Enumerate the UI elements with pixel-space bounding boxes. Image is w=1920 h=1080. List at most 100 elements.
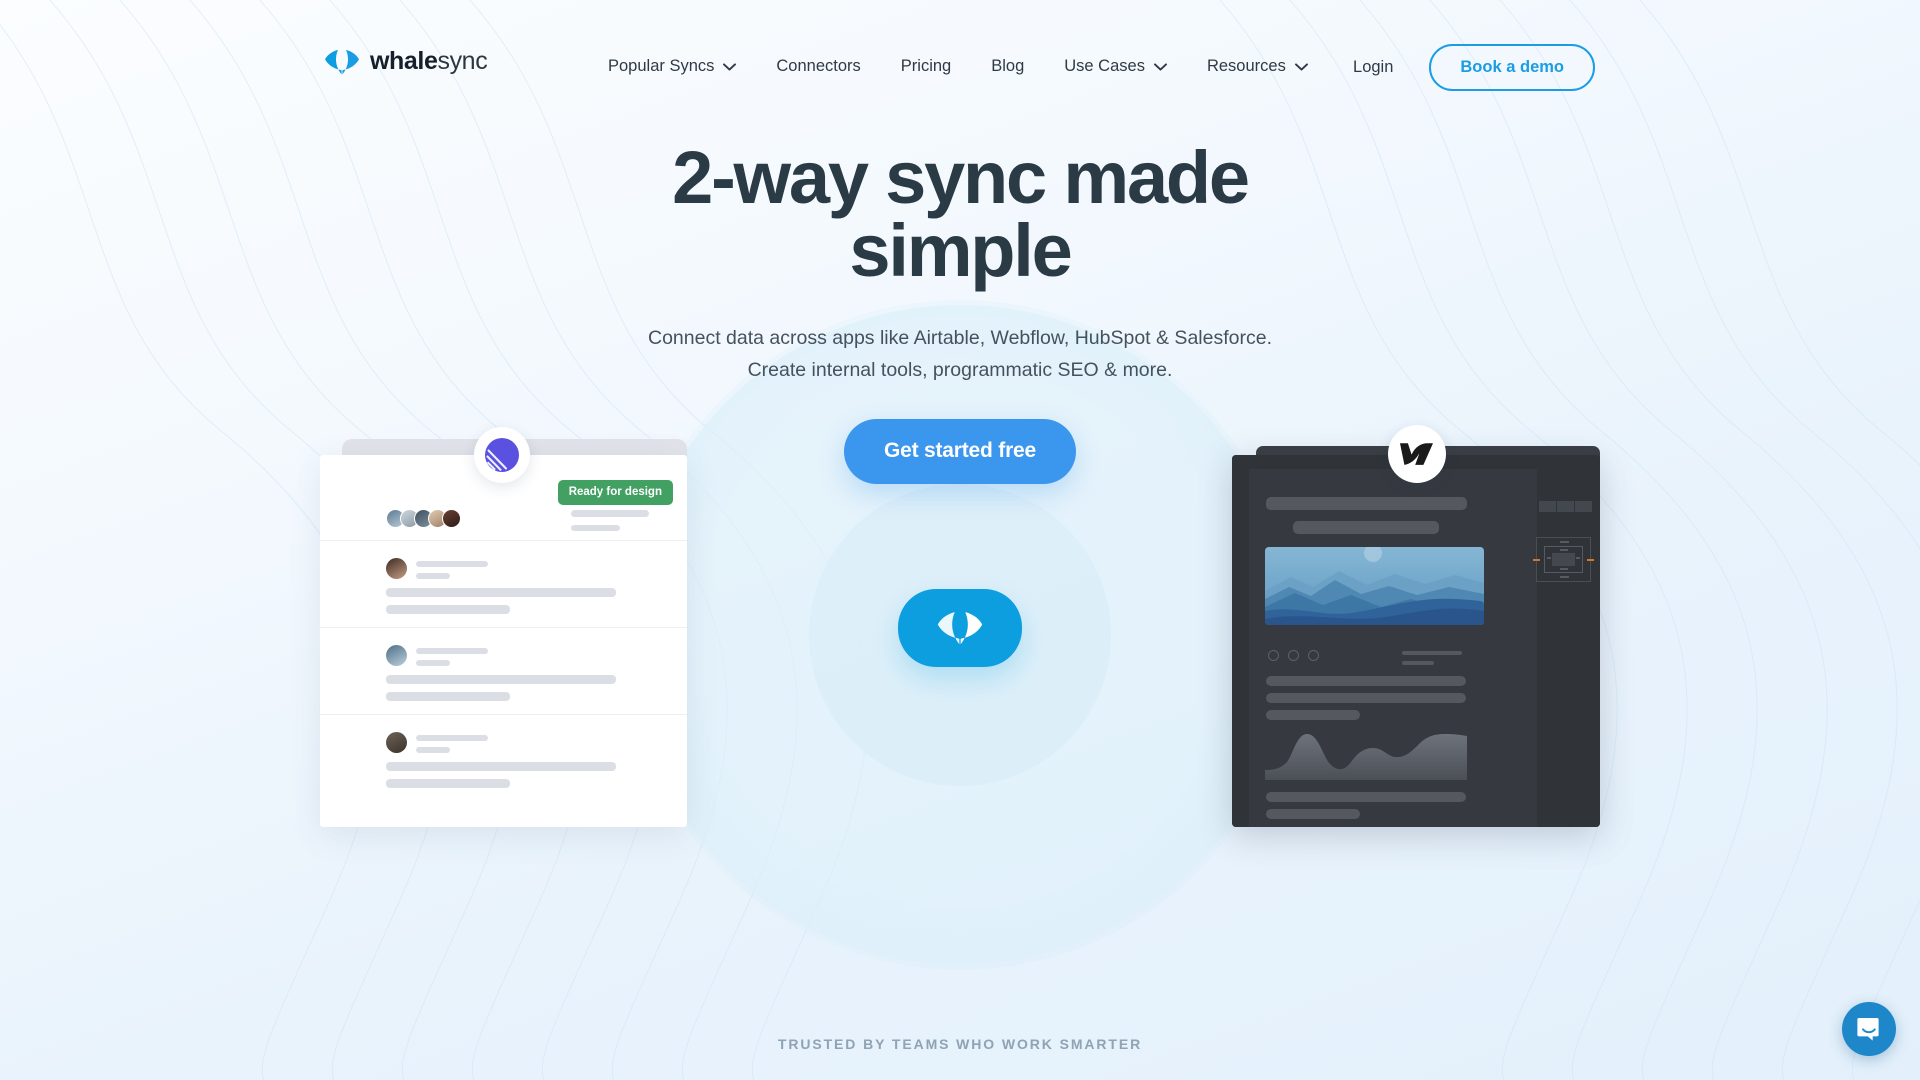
whale-tail-icon bbox=[937, 612, 983, 645]
avatar bbox=[386, 732, 407, 753]
skeleton-bar bbox=[386, 692, 510, 701]
skeleton-bar bbox=[1402, 661, 1434, 665]
area-chart-graphic bbox=[1265, 734, 1467, 780]
hero-subtitle-line1: Connect data across apps like Airtable, … bbox=[648, 327, 1272, 350]
margin-tick bbox=[1560, 541, 1569, 543]
linear-app-badge bbox=[474, 427, 530, 483]
chat-bubble-icon bbox=[1857, 1018, 1879, 1041]
nav-label: Use Cases bbox=[1064, 57, 1145, 75]
nav-item-use-cases[interactable]: Use Cases bbox=[1064, 57, 1167, 76]
page-title: 2-way sync made simple bbox=[0, 141, 1920, 288]
avatar bbox=[442, 509, 461, 528]
skeleton-bar bbox=[416, 573, 450, 579]
panel-tab[interactable] bbox=[1575, 501, 1592, 512]
skeleton-bar bbox=[416, 747, 450, 753]
skeleton-bar bbox=[416, 660, 450, 666]
logo-text: whalesync bbox=[370, 47, 488, 76]
skeleton-bar bbox=[386, 762, 616, 771]
padding-tick bbox=[1560, 549, 1568, 551]
padding-box bbox=[1544, 546, 1583, 573]
skeleton-bar bbox=[386, 605, 510, 614]
linear-card-illustration: Ready for design bbox=[320, 427, 687, 827]
skeleton-bar bbox=[571, 510, 649, 517]
circle-indicators bbox=[1268, 650, 1319, 661]
skeleton-bar bbox=[1266, 792, 1466, 802]
hero-subtitle: Connect data across apps like Airtable, … bbox=[0, 323, 1920, 386]
card-body: Ready for design bbox=[320, 455, 687, 827]
padding-tick bbox=[1576, 557, 1580, 559]
chevron-down-icon bbox=[1154, 62, 1167, 71]
login-link[interactable]: Login bbox=[1353, 58, 1393, 77]
padding-tick bbox=[1560, 568, 1568, 570]
cta-container: Get started free bbox=[0, 419, 1920, 485]
nav-item-connectors[interactable]: Connectors bbox=[776, 57, 860, 76]
whalesync-center-badge bbox=[898, 589, 1022, 667]
margin-tick bbox=[1560, 576, 1569, 578]
webflow-card-illustration bbox=[1232, 425, 1600, 827]
landscape-image bbox=[1265, 547, 1484, 625]
skeleton-bar bbox=[386, 779, 510, 788]
circle-indicator bbox=[1268, 650, 1279, 661]
skeleton-bar bbox=[1402, 651, 1462, 655]
editor-right-panel bbox=[1533, 469, 1600, 827]
nav-item-blog[interactable]: Blog bbox=[991, 57, 1024, 76]
nav-item-pricing[interactable]: Pricing bbox=[901, 57, 951, 76]
skeleton-bar bbox=[1266, 809, 1360, 819]
site-header: whalesync Popular Syncs Connectors Prici… bbox=[0, 0, 1920, 115]
main-navigation: Popular Syncs Connectors Pricing Blog Us… bbox=[608, 57, 1308, 76]
list-item bbox=[320, 628, 687, 715]
get-started-free-button[interactable]: Get started free bbox=[843, 419, 1077, 485]
padding-tick bbox=[1547, 557, 1551, 559]
skeleton-bar bbox=[1266, 710, 1360, 720]
nav-item-resources[interactable]: Resources bbox=[1207, 57, 1308, 76]
panel-tab[interactable] bbox=[1557, 501, 1574, 512]
logo[interactable]: whalesync bbox=[325, 47, 488, 76]
circle-indicator bbox=[1308, 650, 1319, 661]
nav-item-popular-syncs[interactable]: Popular Syncs bbox=[608, 57, 737, 76]
list-item bbox=[320, 715, 687, 802]
list-item bbox=[320, 541, 687, 628]
nav-label: Popular Syncs bbox=[608, 57, 715, 75]
webflow-app-badge bbox=[1388, 425, 1446, 483]
nav-label: Resources bbox=[1206, 57, 1286, 75]
content-box bbox=[1552, 553, 1575, 566]
skeleton-bar bbox=[416, 735, 488, 741]
accent-marker bbox=[1533, 559, 1540, 561]
logo-text-bold: whale bbox=[370, 47, 438, 75]
skeleton-bar bbox=[416, 648, 488, 654]
editor-left-rail bbox=[1232, 455, 1249, 827]
panel-tab[interactable] bbox=[1539, 501, 1556, 512]
nav-label: Blog bbox=[991, 57, 1025, 75]
linear-app-icon bbox=[485, 438, 519, 472]
landing-page: whalesync Popular Syncs Connectors Prici… bbox=[0, 0, 1920, 1080]
skeleton-bar bbox=[1266, 693, 1466, 703]
chevron-down-icon bbox=[1294, 62, 1308, 71]
chat-launcher-button[interactable] bbox=[1842, 1002, 1896, 1056]
avatar bbox=[386, 558, 407, 579]
avatar bbox=[386, 645, 407, 666]
card-body bbox=[1232, 455, 1600, 827]
logo-text-light: sync bbox=[437, 47, 488, 75]
page-title-line1: 2-way sync made bbox=[672, 136, 1250, 219]
whale-tail-icon bbox=[325, 49, 359, 74]
chevron-down-icon bbox=[723, 62, 737, 71]
skeleton-bar bbox=[1266, 676, 1466, 686]
webflow-logo-icon bbox=[1400, 443, 1433, 465]
circle-indicator bbox=[1288, 650, 1299, 661]
skeleton-bar bbox=[386, 675, 616, 684]
skeleton-bar bbox=[416, 561, 488, 567]
nav-label: Pricing bbox=[900, 57, 952, 75]
mountain-landscape-graphic bbox=[1265, 547, 1484, 625]
hero-subtitle-line2: Create internal tools, programmatic SEO … bbox=[747, 358, 1173, 381]
header-actions: Login Book a demo bbox=[1353, 44, 1595, 91]
skeleton-bar bbox=[1266, 497, 1467, 510]
trusted-by-label: TRUSTED BY TEAMS WHO WORK SMARTER bbox=[777, 1036, 1143, 1052]
book-a-demo-button[interactable]: Book a demo bbox=[1429, 44, 1595, 91]
page-title-line2: simple bbox=[849, 208, 1072, 292]
skeleton-bar bbox=[571, 525, 620, 531]
accent-marker bbox=[1587, 559, 1594, 561]
panel-tabs bbox=[1539, 501, 1592, 512]
avatar-stack bbox=[386, 509, 461, 528]
box-model-widget[interactable] bbox=[1533, 537, 1594, 582]
skeleton-bar bbox=[386, 588, 616, 597]
